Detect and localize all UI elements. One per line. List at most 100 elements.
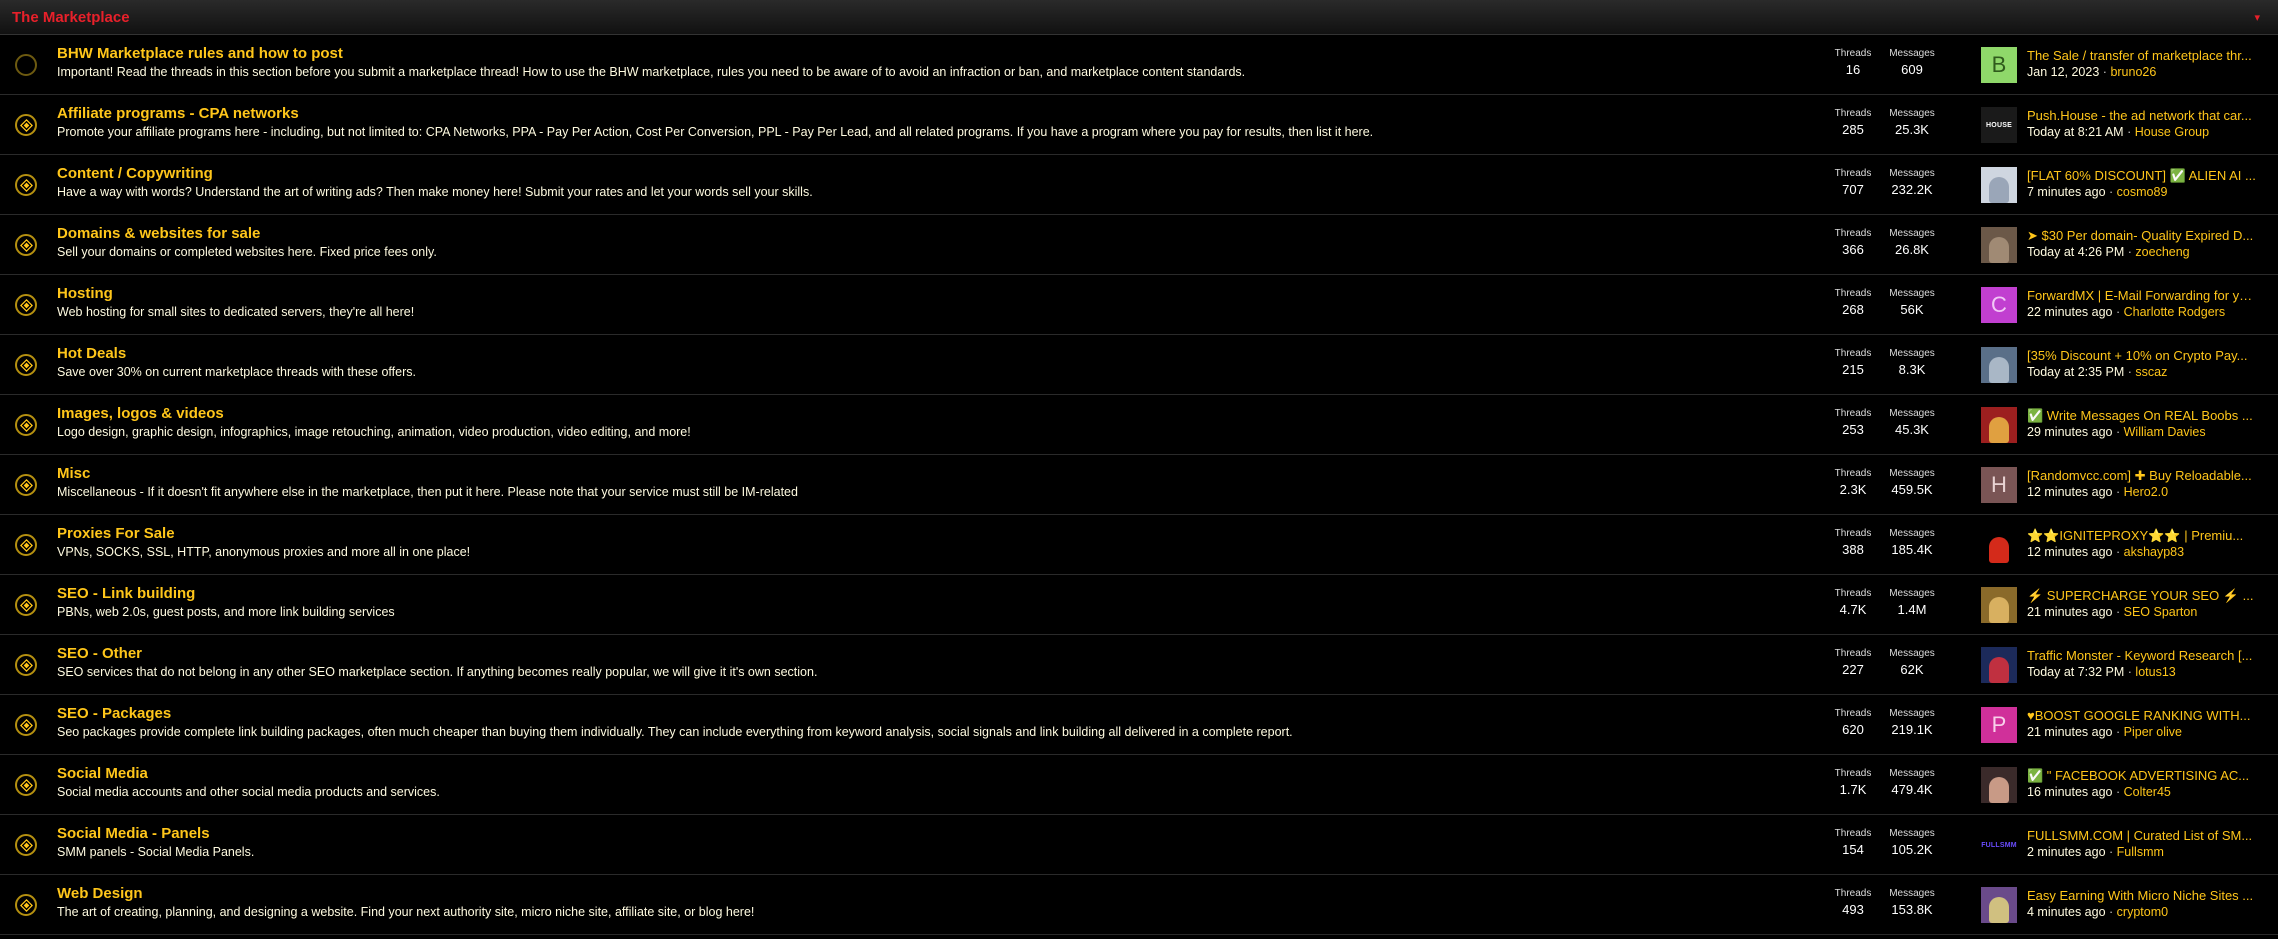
forum-status-icon[interactable] <box>15 714 37 736</box>
latest-post-user[interactable]: SEO Sparton <box>2124 605 2198 619</box>
forum-title-link[interactable]: BHW Marketplace rules and how to post <box>57 45 343 63</box>
forum-description: Have a way with words? Understand the ar… <box>57 185 813 199</box>
latest-post-time[interactable]: Today at 2:35 PM <box>2027 365 2124 379</box>
category-title[interactable]: The Marketplace <box>12 9 130 26</box>
forum-title-link[interactable]: Misc <box>57 465 90 483</box>
collapse-toggle-icon[interactable]: ▾ <box>2254 11 2266 24</box>
latest-poster-avatar[interactable] <box>1981 527 2017 563</box>
latest-poster-avatar[interactable] <box>1981 647 2017 683</box>
messages-count: 62K <box>1900 662 1924 677</box>
latest-thread-link[interactable]: FULLSMM.COM | Curated List of SM... <box>2027 827 2257 844</box>
latest-post-time[interactable]: 21 minutes ago <box>2027 725 2112 739</box>
latest-post-user[interactable]: cryptom0 <box>2117 905 2168 919</box>
forum-title-link[interactable]: Social Media - Panels <box>57 825 210 843</box>
latest-thread-link[interactable]: ⚡ SUPERCHARGE YOUR SEO ⚡ ... <box>2027 587 2257 604</box>
latest-poster-avatar[interactable]: HOUSE <box>1981 107 2017 143</box>
latest-thread-link[interactable]: ➤ $30 Per domain- Quality Expired D... <box>2027 227 2257 244</box>
messages-label: Messages <box>1889 348 1935 359</box>
forum-title-link[interactable]: Content / Copywriting <box>57 165 213 183</box>
forum-title-link[interactable]: SEO - Link building <box>57 585 195 603</box>
forum-title-link[interactable]: Web Design <box>57 885 143 903</box>
latest-poster-avatar[interactable] <box>1981 347 2017 383</box>
latest-post-time[interactable]: 16 minutes ago <box>2027 785 2112 799</box>
forum-status-icon[interactable] <box>15 534 37 556</box>
forum-status-icon[interactable] <box>15 894 37 916</box>
forum-status-icon[interactable] <box>15 774 37 796</box>
latest-poster-avatar[interactable] <box>1981 887 2017 923</box>
forum-title-link[interactable]: SEO - Other <box>57 645 142 663</box>
forum-status-icon[interactable] <box>15 174 37 196</box>
latest-thread-link[interactable]: Traffic Monster - Keyword Research [... <box>2027 647 2257 664</box>
latest-thread-link[interactable]: ⭐⭐IGNITEPROXY⭐⭐ | Premiu... <box>2027 527 2257 544</box>
latest-poster-avatar[interactable] <box>1981 587 2017 623</box>
latest-thread-link[interactable]: [35% Discount + 10% on Crypto Pay... <box>2027 347 2257 364</box>
forum-status-icon[interactable] <box>15 834 37 856</box>
forum-status-icon[interactable] <box>15 354 37 376</box>
forum-status-icon[interactable] <box>15 54 37 76</box>
forum-title-link[interactable]: Domains & websites for sale <box>57 225 260 243</box>
latest-post-user[interactable]: cosmo89 <box>2117 185 2168 199</box>
forum-title-link[interactable]: Social Media <box>57 765 148 783</box>
latest-poster-avatar[interactable] <box>1981 167 2017 203</box>
latest-post-user[interactable]: sscaz <box>2135 365 2167 379</box>
forum-status-icon[interactable] <box>15 234 37 256</box>
latest-post-user[interactable]: House Group <box>2135 125 2209 139</box>
latest-post-time[interactable]: Jan 12, 2023 <box>2027 65 2099 79</box>
messages-stat: Messages 26.8K <box>1872 227 1952 258</box>
latest-post-user[interactable]: akshayp83 <box>2124 545 2184 559</box>
latest-post-user[interactable]: lotus13 <box>2135 665 2175 679</box>
latest-thread-link[interactable]: [FLAT 60% DISCOUNT] ✅ ALIEN AI ... <box>2027 167 2257 184</box>
latest-poster-avatar[interactable] <box>1981 227 2017 263</box>
latest-post-time[interactable]: 7 minutes ago <box>2027 185 2106 199</box>
latest-post-user[interactable]: Charlotte Rodgers <box>2124 305 2225 319</box>
latest-post-time[interactable]: 12 minutes ago <box>2027 545 2112 559</box>
latest-poster-avatar[interactable]: H <box>1981 467 2017 503</box>
latest-thread-link[interactable]: Push.House - the ad network that car... <box>2027 107 2257 124</box>
forum-status-icon[interactable] <box>15 414 37 436</box>
forum-status-icon[interactable] <box>15 474 37 496</box>
forum-title-link[interactable]: Affiliate programs - CPA networks <box>57 105 299 123</box>
latest-thread-link[interactable]: [Randomvcc.com] ✚ Buy Reloadable... <box>2027 467 2257 484</box>
latest-post-user[interactable]: bruno26 <box>2110 65 2156 79</box>
forum-title-link[interactable]: Proxies For Sale <box>57 525 175 543</box>
latest-post-user[interactable]: zoecheng <box>2135 245 2189 259</box>
forum-title-link[interactable]: Hot Deals <box>57 345 126 363</box>
latest-poster-avatar[interactable] <box>1981 407 2017 443</box>
latest-thread-link[interactable]: The Sale / transfer of marketplace thr..… <box>2027 47 2257 64</box>
latest-post-time[interactable]: 4 minutes ago <box>2027 905 2106 919</box>
latest-post-user[interactable]: William Davies <box>2124 425 2206 439</box>
latest-post-user[interactable]: Piper olive <box>2124 725 2182 739</box>
latest-poster-avatar[interactable] <box>1981 767 2017 803</box>
forum-title-link[interactable]: Images, logos & videos <box>57 405 224 423</box>
latest-post-meta: Jan 12, 2023 · bruno26 <box>2027 64 2257 81</box>
forum-status-icon[interactable] <box>15 654 37 676</box>
latest-post-time[interactable]: 12 minutes ago <box>2027 485 2112 499</box>
forum-title-link[interactable]: Hosting <box>57 285 113 303</box>
latest-poster-avatar[interactable]: C <box>1981 287 2017 323</box>
latest-thread-link[interactable]: ♥BOOST GOOGLE RANKING WITH... <box>2027 707 2257 724</box>
latest-poster-avatar[interactable]: B <box>1981 47 2017 83</box>
latest-poster-avatar[interactable]: FULLSMM <box>1981 827 2017 863</box>
latest-thread-link[interactable]: ✅ " FACEBOOK ADVERTISING AC... <box>2027 767 2257 784</box>
latest-post-time[interactable]: Today at 7:32 PM <box>2027 665 2124 679</box>
forum-status-icon[interactable] <box>15 114 37 136</box>
forum-status-icon[interactable] <box>15 294 37 316</box>
latest-post-time[interactable]: Today at 4:26 PM <box>2027 245 2124 259</box>
latest-thread-link[interactable]: Easy Earning With Micro Niche Sites ... <box>2027 887 2257 904</box>
forum-row: Affiliate programs - CPA networks Promot… <box>0 95 2278 155</box>
latest-post-time[interactable]: 2 minutes ago <box>2027 845 2106 859</box>
latest-post-user[interactable]: Colter45 <box>2124 785 2171 799</box>
category-header[interactable]: The Marketplace ▾ <box>0 0 2278 35</box>
latest-post-time[interactable]: 21 minutes ago <box>2027 605 2112 619</box>
latest-post-user[interactable]: Hero2.0 <box>2124 485 2168 499</box>
latest-post-user[interactable]: Fullsmm <box>2117 845 2164 859</box>
latest-post-time[interactable]: Today at 8:21 AM <box>2027 125 2124 139</box>
forum-title-link[interactable]: SEO - Packages <box>57 705 171 723</box>
latest-poster-avatar[interactable]: P <box>1981 707 2017 743</box>
latest-post-time[interactable]: 29 minutes ago <box>2027 425 2112 439</box>
forum-description: SEO services that do not belong in any o… <box>57 665 818 679</box>
latest-thread-link[interactable]: ✅ Write Messages On REAL Boobs ... <box>2027 407 2257 424</box>
forum-status-icon[interactable] <box>15 594 37 616</box>
latest-post-time[interactable]: 22 minutes ago <box>2027 305 2112 319</box>
latest-thread-link[interactable]: ForwardMX | E-Mail Forwarding for yo... <box>2027 287 2257 304</box>
